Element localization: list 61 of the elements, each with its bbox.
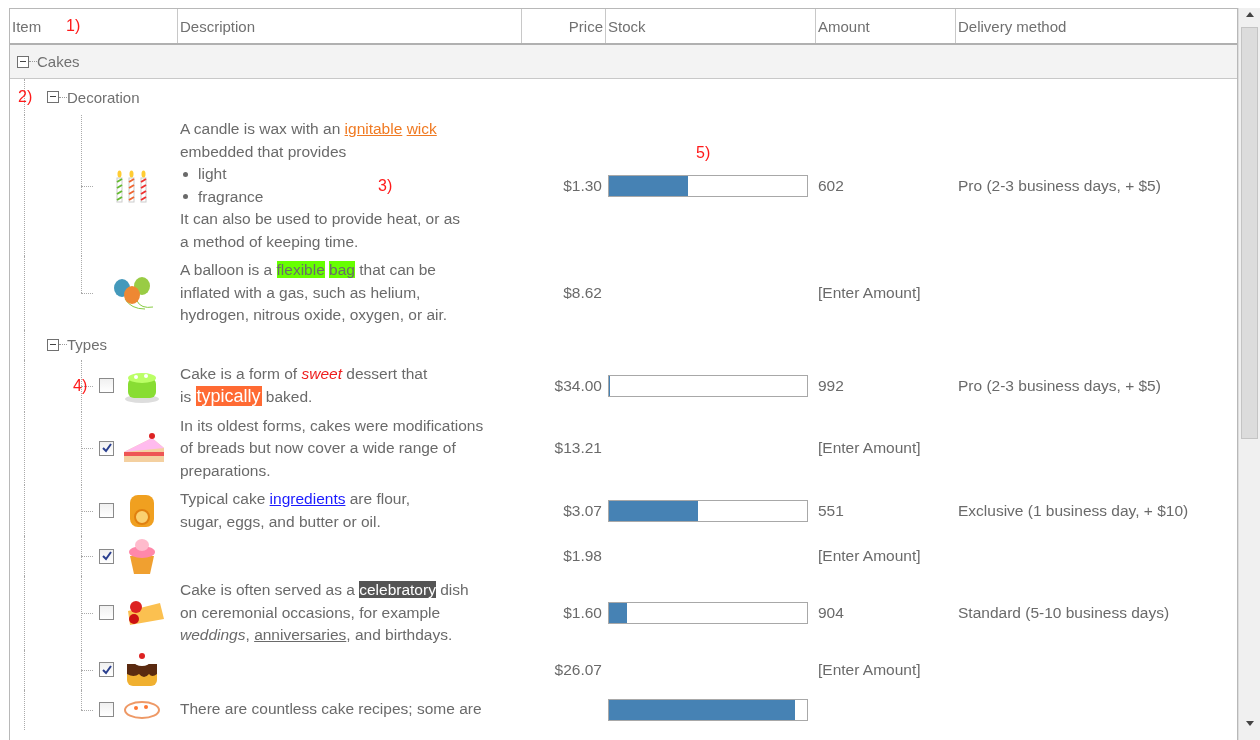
checkbox[interactable]	[99, 503, 114, 518]
checkbox[interactable]	[99, 378, 114, 393]
group-label: Cakes	[37, 53, 80, 70]
scrollbar-thumb[interactable]	[1241, 27, 1258, 439]
amount-text[interactable]: [Enter Amount]	[818, 660, 921, 679]
checkbox[interactable]	[99, 548, 114, 564]
price-text: $34.00	[554, 376, 602, 395]
column-header[interactable]: Item 1)	[10, 9, 178, 43]
annotation-label: 2)	[18, 88, 33, 106]
scroll-down-icon[interactable]	[1245, 721, 1254, 726]
delivery-text: Pro (2-3 business days, + $5)	[958, 176, 1161, 195]
amount-text[interactable]: [Enter Amount]	[818, 547, 921, 565]
column-header[interactable]: Stock	[606, 9, 816, 43]
group-row[interactable]: Cakes	[10, 45, 1237, 79]
price-text: $1.60	[563, 603, 602, 622]
price-text: $3.07	[563, 501, 602, 520]
amount-text[interactable]: [Enter Amount]	[818, 283, 921, 302]
item-description: Cake is often served as a celebratory dish on ceremonial occasions, for example weddings, anniversaries, and birthdays.	[180, 580, 470, 645]
group-label: Types	[67, 336, 108, 353]
price-text: $26.07	[554, 660, 602, 679]
checkbox[interactable]	[99, 440, 114, 456]
price-text: $13.21	[554, 439, 602, 458]
annotation-label: 1)	[66, 17, 81, 35]
item-description: Cake is a form of sweet dessert that is typically baked.	[180, 363, 429, 408]
collapse-icon[interactable]	[17, 55, 29, 68]
column-header[interactable]: Description	[178, 9, 522, 43]
collapse-icon[interactable]	[47, 91, 59, 103]
amount-text[interactable]: [Enter Amount]	[818, 439, 921, 458]
checkbox[interactable]	[99, 605, 114, 621]
delivery-text: Pro (2-3 business days, + $5)	[958, 376, 1161, 395]
delivery-text: Standard (5-10 business days)	[958, 603, 1170, 622]
checkbox[interactable]	[99, 662, 114, 677]
annotation-label: 5)	[696, 143, 711, 162]
amount-text[interactable]: 602	[818, 176, 844, 195]
item-description: There are countless cake recipes; some are	[180, 699, 483, 720]
price-text: $1.30	[563, 176, 602, 195]
column-header[interactable]: Delivery method	[956, 9, 1237, 43]
bullet-icon	[183, 194, 188, 200]
description-link[interactable]: ingredients	[269, 490, 346, 507]
checkbox[interactable]	[99, 702, 114, 717]
item-description: In its oldest forms, cakes were modifications of breads but now cover a wide range of preparations.	[180, 415, 485, 481]
bullet-icon	[183, 171, 188, 177]
annotation-label: 4)	[73, 376, 88, 395]
price-text: $1.98	[563, 547, 602, 565]
price-text: $8.62	[563, 283, 602, 302]
scroll-up-icon[interactable]	[1245, 12, 1254, 17]
amount-text[interactable]: 904	[818, 603, 844, 622]
amount-text[interactable]: 992	[818, 376, 844, 395]
group-label: Decoration	[67, 88, 140, 106]
description-link[interactable]: ignitable	[344, 120, 403, 137]
annotation-label: 3)	[378, 175, 393, 196]
collapse-icon[interactable]	[47, 338, 59, 351]
item-description: Typical cake ingredients are flour, sugar, eggs, and butter or oil.	[180, 489, 412, 532]
amount-text[interactable]: 551	[818, 501, 844, 520]
bullet-text: light	[198, 164, 227, 184]
description-link[interactable]: wick	[406, 120, 437, 137]
item-description: It can also be used to provide heat, or as a method of keeping time.	[180, 209, 462, 252]
delivery-text: Exclusive (1 business day, + $10)	[958, 501, 1189, 520]
column-header[interactable]: Amount	[816, 9, 956, 43]
column-header[interactable]: Price	[522, 9, 606, 43]
bullet-text: fragrance	[198, 186, 264, 207]
